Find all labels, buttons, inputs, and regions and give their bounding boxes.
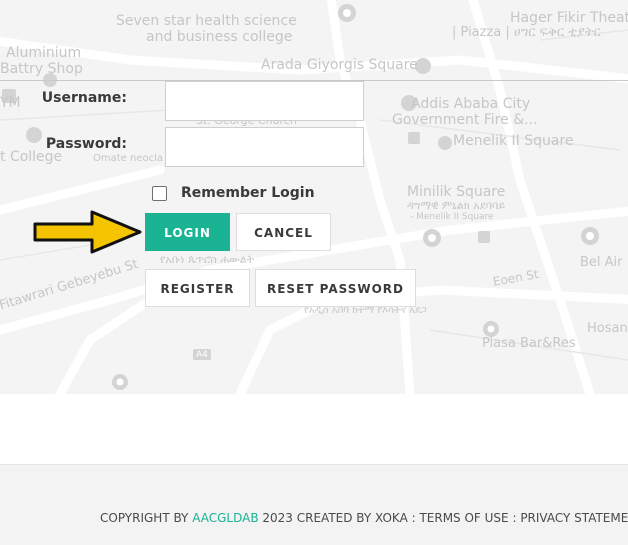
map-label: Menelik II Square	[453, 133, 574, 149]
password-label: Password:	[45, 136, 127, 152]
map-label: Battry Shop	[0, 61, 83, 77]
map-label: A4	[196, 350, 208, 360]
map-label: | Piazza | ሀግር ፍቅር ቲያትር	[452, 25, 601, 40]
map-label: Government Fire &...	[392, 112, 538, 128]
map-label: Bel Air	[580, 255, 623, 270]
map-label: የአቡነ ጴጥሮስ ሐውልት	[160, 253, 255, 266]
password-input[interactable]	[165, 127, 364, 167]
map-label: Aluminium	[6, 45, 82, 61]
map-label: t College	[0, 149, 63, 165]
footer-middle: 2023 CREATED BY XOKA :	[258, 511, 420, 525]
cancel-button[interactable]: CANCEL	[236, 213, 331, 251]
map-label: Piasa Bar&Res	[482, 336, 576, 351]
remember-login-label: Remember Login	[181, 185, 315, 201]
username-input[interactable]	[165, 81, 364, 121]
terms-of-use-link[interactable]: TERMS OF USE	[419, 511, 508, 525]
arrow-right-icon	[33, 210, 142, 254]
map-label: ዳግማዊ ምኒልክ አደባባይ	[407, 199, 506, 212]
privacy-statement-link[interactable]: PRIVACY STATEMENT	[520, 511, 628, 525]
footer: COPYRIGHT BY AACGLDAB 2023 CREATED BY XO…	[0, 464, 628, 545]
map-label: Omate neocla	[93, 153, 164, 164]
map-label: Minilik Square	[407, 184, 506, 200]
register-button[interactable]: REGISTER	[145, 269, 250, 307]
footer-prefix: COPYRIGHT BY	[100, 511, 193, 525]
username-label: Username:	[41, 90, 127, 106]
map-label: Seven star health science	[116, 13, 297, 29]
map-label: Arada Giyorgis Square	[261, 57, 418, 73]
map-label: Hager Fikir Theatr	[510, 10, 628, 26]
login-button[interactable]: LOGIN	[145, 213, 230, 251]
footer-separator: :	[508, 511, 521, 525]
map-label: Hosan	[587, 321, 628, 336]
footer-copyright: COPYRIGHT BY AACGLDAB 2023 CREATED BY XO…	[100, 511, 628, 525]
remember-login-checkbox[interactable]	[152, 186, 167, 201]
footer-brand-link[interactable]: AACGLDAB	[192, 511, 258, 525]
map-label: Addis Ababa City	[411, 96, 531, 112]
map-label: and business college	[146, 29, 293, 45]
reset-password-button[interactable]: RESET PASSWORD	[255, 269, 416, 307]
map-label: - Menelik II Square	[410, 212, 494, 222]
